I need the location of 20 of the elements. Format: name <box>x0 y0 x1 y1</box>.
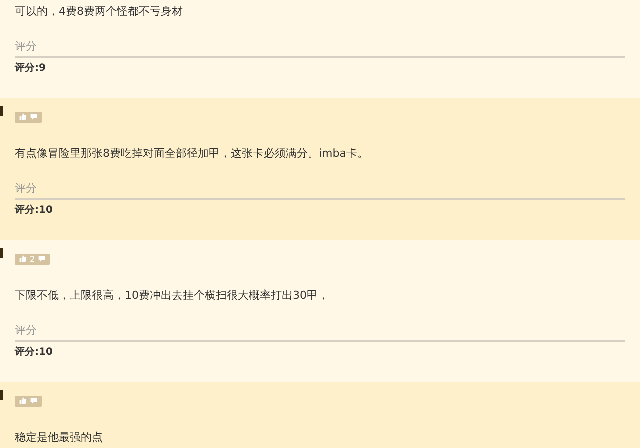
comment-text: 下限不低，上限很高，10费冲出去挂个横扫很大概率打出30甲， <box>15 289 330 303</box>
comment-text: 稳定是他最强的点 <box>15 431 104 445</box>
thumbs-up-icon[interactable] <box>19 113 27 121</box>
row-marker <box>0 390 3 400</box>
speech-bubble-icon[interactable] <box>38 255 46 263</box>
rating-value: 评分:9 <box>15 62 47 76</box>
vote-count: 2 <box>30 254 36 264</box>
comment-text: 可以的，4费8费两个怪都不亏身材 <box>15 5 184 19</box>
row-marker <box>0 248 3 258</box>
thumbs-up-icon[interactable] <box>19 255 27 263</box>
speech-bubble-icon[interactable] <box>30 397 38 405</box>
rating-value: 评分:10 <box>15 204 54 218</box>
comment-text: 有点像冒险里那张8费吃掉对面全部径加甲，这张卡必须满分。imba卡。 <box>15 147 370 161</box>
row-marker <box>0 106 3 116</box>
thumbs-up-icon[interactable] <box>19 397 27 405</box>
rating-heading: 评分 <box>15 324 625 342</box>
rating-value: 评分:10 <box>15 346 54 360</box>
speech-bubble-icon[interactable] <box>30 113 38 121</box>
rating-heading: 评分 <box>15 40 625 58</box>
rating-heading: 评分 <box>15 182 625 200</box>
